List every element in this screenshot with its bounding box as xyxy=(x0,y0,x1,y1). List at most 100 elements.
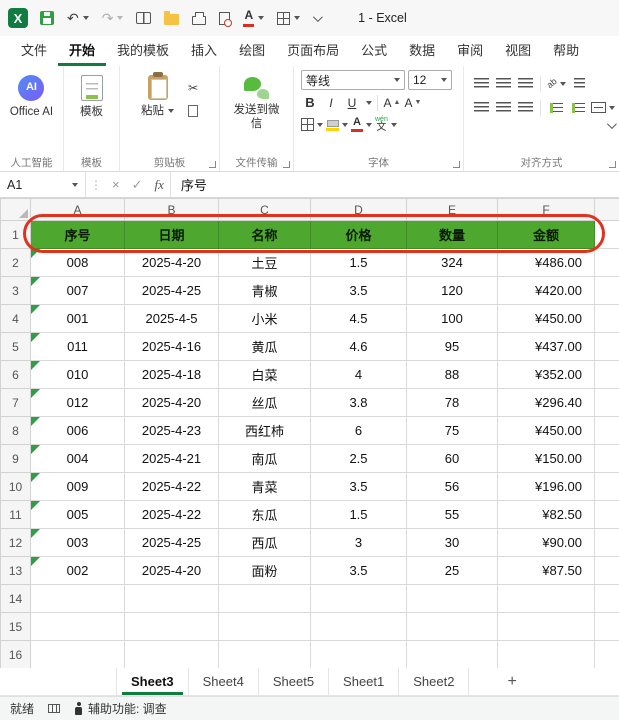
borders-button[interactable] xyxy=(272,9,305,28)
cell-D7[interactable]: 3.8 xyxy=(310,388,407,417)
cell-C1[interactable]: 名称 xyxy=(218,220,311,249)
cell-partial-7[interactable] xyxy=(594,388,619,417)
tab-view[interactable]: 视图 xyxy=(494,36,542,66)
cell-E12[interactable]: 30 xyxy=(406,528,498,557)
cell-partial-14[interactable] xyxy=(594,584,619,613)
cell-partial-11[interactable] xyxy=(594,500,619,529)
cell-A6[interactable]: 010 xyxy=(30,360,125,389)
cell-A12[interactable]: 003 xyxy=(30,528,125,557)
cell-E16[interactable] xyxy=(406,640,498,668)
cell-A11[interactable]: 005 xyxy=(30,500,125,529)
cell-D4[interactable]: 4.5 xyxy=(310,304,407,333)
cell-C3[interactable]: 青椒 xyxy=(218,276,311,305)
cell-borders-button[interactable] xyxy=(301,115,323,134)
column-header-E[interactable]: E xyxy=(406,198,498,221)
row-header-11[interactable]: 11 xyxy=(0,500,31,529)
cell-F10[interactable]: ¥196.00 xyxy=(497,472,595,501)
add-sheet-button[interactable]: + xyxy=(495,668,528,695)
increase-font-button[interactable]: A ▲ xyxy=(383,93,401,112)
send-to-wechat-button[interactable]: 发送到微信 xyxy=(227,70,287,134)
insert-function-button[interactable]: fx xyxy=(149,177,170,193)
paste-button[interactable]: 粘贴 xyxy=(137,70,178,120)
cell-partial-3[interactable] xyxy=(594,276,619,305)
fill-color-button[interactable] xyxy=(326,115,348,134)
cell-E11[interactable]: 55 xyxy=(406,500,498,529)
tab-page-layout[interactable]: 页面布局 xyxy=(276,36,350,66)
tab-my-templates[interactable]: 我的模板 xyxy=(106,36,180,66)
save-button[interactable] xyxy=(35,8,59,28)
cell-partial-5[interactable] xyxy=(594,332,619,361)
cell-B16[interactable] xyxy=(124,640,219,668)
cell-F15[interactable] xyxy=(497,612,595,641)
cell-D13[interactable]: 3.5 xyxy=(310,556,407,585)
tab-data[interactable]: 数据 xyxy=(398,36,446,66)
row-header-12[interactable]: 12 xyxy=(0,528,31,557)
cell-E3[interactable]: 120 xyxy=(406,276,498,305)
row-header-1[interactable]: 1 xyxy=(0,220,31,249)
column-header-A[interactable]: A xyxy=(30,198,125,221)
cell-D10[interactable]: 3.5 xyxy=(310,472,407,501)
cut-button[interactable]: ✂ xyxy=(184,78,202,97)
cell-C16[interactable] xyxy=(218,640,311,668)
cell-F8[interactable]: ¥450.00 xyxy=(497,416,595,445)
cell-D5[interactable]: 4.6 xyxy=(310,332,407,361)
cell-B2[interactable]: 2025-4-20 xyxy=(124,248,219,277)
cell-A5[interactable]: 011 xyxy=(30,332,125,361)
open-file-button[interactable] xyxy=(159,8,184,28)
cell-F2[interactable]: ¥486.00 xyxy=(497,248,595,277)
tab-formulas[interactable]: 公式 xyxy=(350,36,398,66)
cell-F11[interactable]: ¥82.50 xyxy=(497,500,595,529)
cell-B11[interactable]: 2025-4-22 xyxy=(124,500,219,529)
cell-partial-8[interactable] xyxy=(594,416,619,445)
copy-button[interactable] xyxy=(184,101,204,120)
print-button[interactable] xyxy=(187,9,211,28)
row-header-14[interactable]: 14 xyxy=(0,584,31,613)
cell-partial-12[interactable] xyxy=(594,528,619,557)
cell-A1[interactable]: 序号 xyxy=(30,220,125,249)
cell-A4[interactable]: 001 xyxy=(30,304,125,333)
office-ai-button[interactable]: AI Office AI xyxy=(6,70,57,121)
name-box[interactable]: A1 xyxy=(0,172,86,197)
tab-draw[interactable]: 绘图 xyxy=(228,36,276,66)
cell-B6[interactable]: 2025-4-18 xyxy=(124,360,219,389)
align-middle-button[interactable] xyxy=(494,74,512,93)
cell-D3[interactable]: 3.5 xyxy=(310,276,407,305)
cell-B14[interactable] xyxy=(124,584,219,613)
cell-B4[interactable]: 2025-4-5 xyxy=(124,304,219,333)
row-header-8[interactable]: 8 xyxy=(0,416,31,445)
cell-E13[interactable]: 25 xyxy=(406,556,498,585)
cell-F9[interactable]: ¥150.00 xyxy=(497,444,595,473)
cell-C7[interactable]: 丝瓜 xyxy=(218,388,311,417)
cell-A13[interactable]: 002 xyxy=(30,556,125,585)
cell-D12[interactable]: 3 xyxy=(310,528,407,557)
tab-file[interactable]: 文件 xyxy=(10,36,58,66)
increase-indent-button[interactable] xyxy=(569,98,587,117)
align-top-button[interactable] xyxy=(472,74,490,93)
row-header-9[interactable]: 9 xyxy=(0,444,31,473)
row-header-3[interactable]: 3 xyxy=(0,276,31,305)
cell-A10[interactable]: 009 xyxy=(30,472,125,501)
cell-A9[interactable]: 004 xyxy=(30,444,125,473)
tab-help[interactable]: 帮助 xyxy=(542,36,590,66)
sheet-tab-sheet1[interactable]: Sheet1 xyxy=(329,668,400,695)
cell-D2[interactable]: 1.5 xyxy=(310,248,407,277)
sheet-tab-sheet2[interactable]: Sheet2 xyxy=(399,668,470,695)
cell-A16[interactable] xyxy=(30,640,125,668)
tab-home[interactable]: 开始 xyxy=(58,36,107,66)
row-header-13[interactable]: 13 xyxy=(0,556,31,585)
tab-insert[interactable]: 插入 xyxy=(180,36,228,66)
cell-A15[interactable] xyxy=(30,612,125,641)
cell-A7[interactable]: 012 xyxy=(30,388,125,417)
cell-D6[interactable]: 4 xyxy=(310,360,407,389)
cell-E5[interactable]: 95 xyxy=(406,332,498,361)
cell-partial-1[interactable] xyxy=(594,220,619,249)
collapse-ribbon-icon[interactable] xyxy=(606,119,617,130)
cell-F7[interactable]: ¥296.40 xyxy=(497,388,595,417)
cell-E1[interactable]: 数量 xyxy=(406,220,498,249)
cell-A14[interactable] xyxy=(30,584,125,613)
align-center-button[interactable] xyxy=(494,98,512,117)
cell-B12[interactable]: 2025-4-25 xyxy=(124,528,219,557)
confirm-entry-button[interactable]: ✓ xyxy=(126,177,149,193)
formula-input[interactable]: 序号 xyxy=(169,172,619,197)
row-header-6[interactable]: 6 xyxy=(0,360,31,389)
